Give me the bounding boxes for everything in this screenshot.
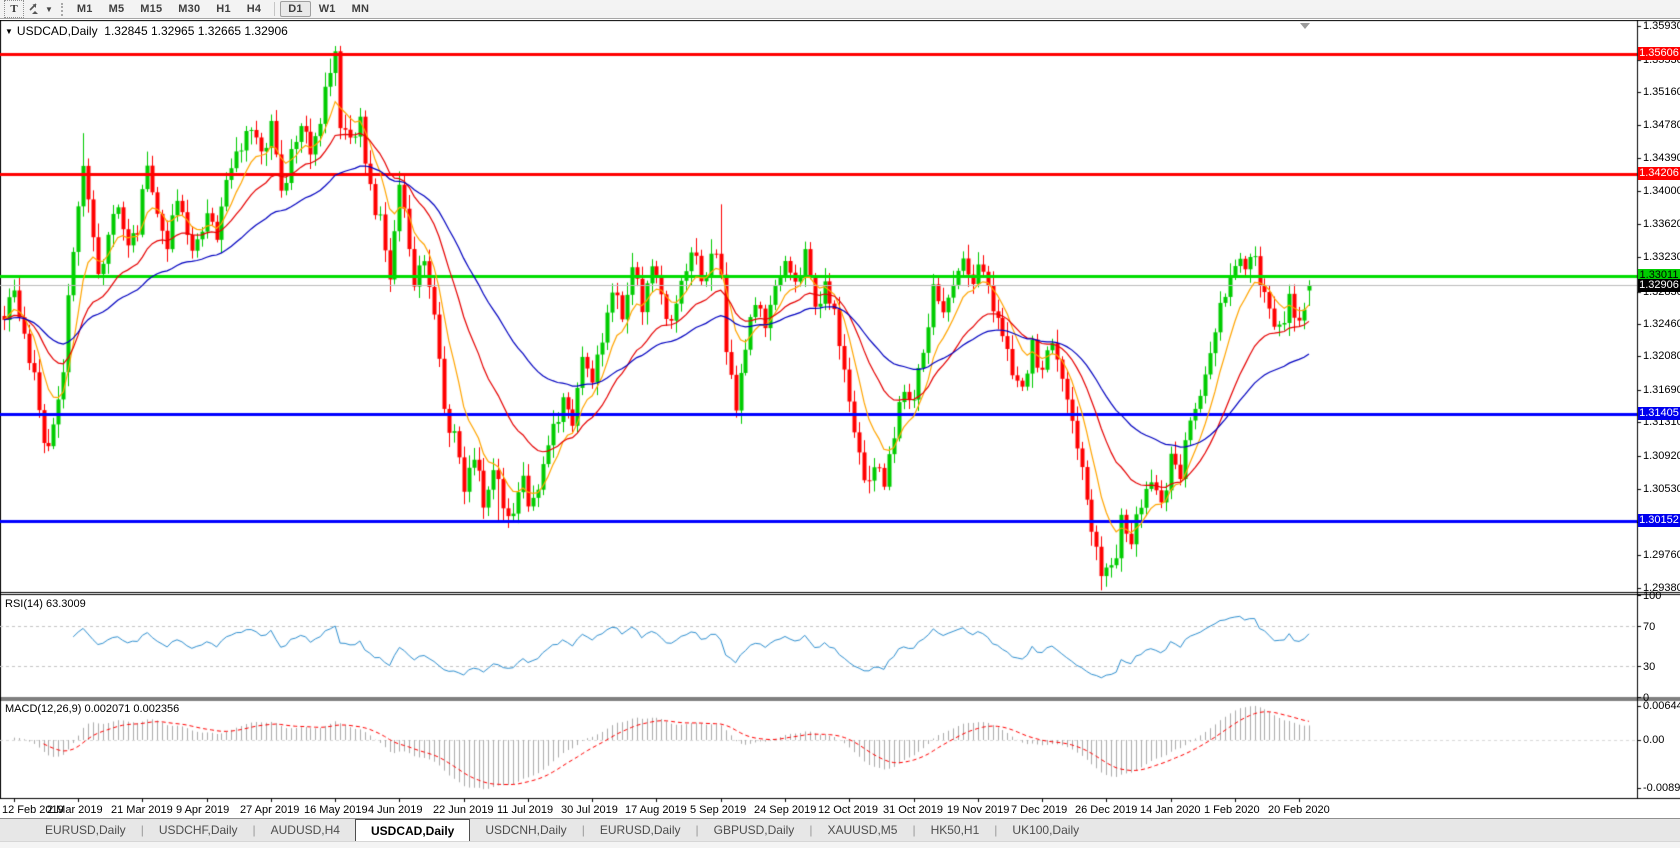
arrow-styles-button[interactable]: ▼ — [28, 1, 53, 17]
timeframe-button-h4[interactable]: H4 — [239, 1, 269, 17]
chart-tab-uk100-daily[interactable]: UK100,Daily — [997, 819, 1094, 841]
timeframe-button-h1[interactable]: H1 — [208, 1, 238, 17]
chart-tabs: EURUSD,Daily | USDCHF,Daily | AUDUSD,H4 USDCA… — [30, 819, 1094, 841]
chart-tab-gbpusd-daily[interactable]: GBPUSD,Daily — [699, 819, 810, 841]
tab-bar-bottom-strip — [0, 841, 1680, 848]
chart-tab-eurusd-daily[interactable]: EURUSD,Daily — [30, 819, 141, 841]
timeframe-toolbar: M1 M5 M15 M30 H1 H4 D1 W1 MN — [69, 1, 377, 17]
top-toolbar: T ▼ M1 M5 M15 M30 H1 H4 D1 W1 MN — [0, 0, 1680, 19]
chart-tab-audusd-h4[interactable]: AUDUSD,H4 — [256, 819, 355, 841]
timeframe-button-m30[interactable]: M30 — [170, 1, 208, 17]
timeframe-button-m5[interactable]: M5 — [101, 1, 133, 17]
chart-tab-bar: EURUSD,Daily | USDCHF,Daily | AUDUSD,H4 USDCA… — [0, 818, 1680, 848]
toolbar-divider — [274, 2, 276, 16]
toolbar-grip — [60, 2, 63, 16]
chart-tab-usdcad-daily[interactable]: USDCAD,Daily — [354, 819, 471, 841]
timeframe-button-mn[interactable]: MN — [344, 1, 378, 17]
chart-window: ▼ USDCAD,Daily 1.32845 1.32965 1.32665 1.… — [0, 20, 1680, 818]
timeframe-button-m15[interactable]: M15 — [132, 1, 170, 17]
text-label-tool-button[interactable]: T — [4, 0, 24, 18]
timeframe-button-m1[interactable]: M1 — [69, 1, 101, 17]
timeframe-button-w1[interactable]: W1 — [311, 1, 344, 17]
chart-tab-hk50-h1[interactable]: HK50,H1 — [916, 819, 995, 841]
diagonal-arrows-icon — [28, 1, 43, 18]
chart-tab-usdchf-daily[interactable]: USDCHF,Daily — [144, 819, 253, 841]
chart-tab-xauusd-m5[interactable]: XAUUSD,M5 — [812, 819, 912, 841]
chart-tab-eurusd-daily[interactable]: EURUSD,Daily — [585, 819, 696, 841]
chevron-down-icon: ▼ — [45, 4, 53, 14]
mt4-terminal: T ▼ M1 M5 M15 M30 H1 H4 D1 W1 MN ▼ USDCAD,Daily 1… — [0, 0, 1680, 848]
main-chart-canvas[interactable] — [0, 20, 1680, 818]
timeframe-button-d1[interactable]: D1 — [280, 1, 311, 17]
chart-tab-usdcnh-daily[interactable]: USDCNH,Daily — [470, 819, 581, 841]
